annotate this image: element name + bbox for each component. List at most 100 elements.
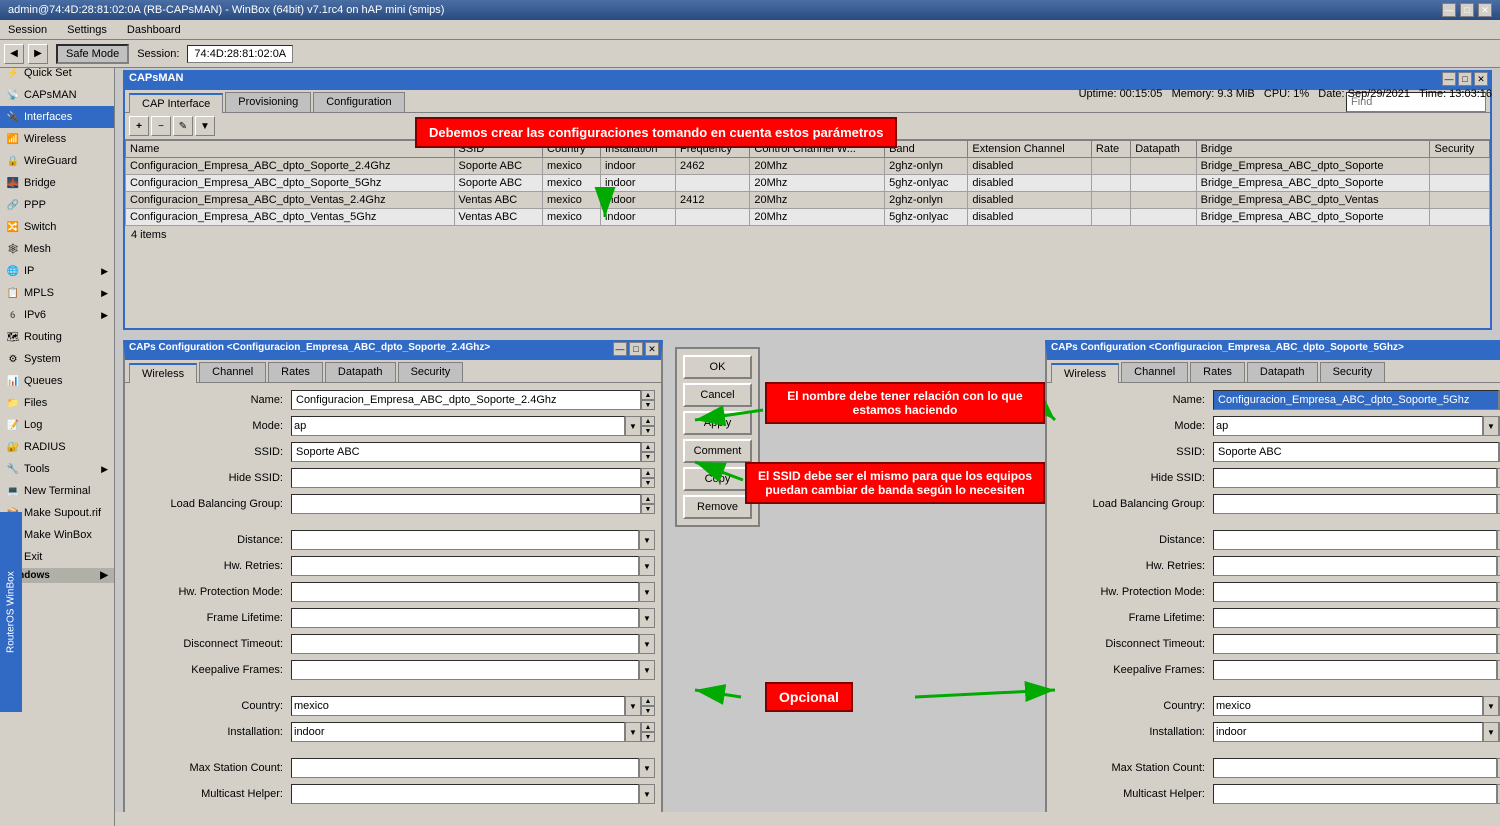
- back-button[interactable]: ◀: [4, 44, 24, 64]
- sidebar-item-ipv6[interactable]: 6️ IPv6 ▶: [0, 304, 114, 326]
- maximize-button[interactable]: □: [1460, 3, 1474, 17]
- sidebar-item-new-terminal[interactable]: 💻 New Terminal: [0, 480, 114, 502]
- sidebar-item-switch[interactable]: 🔀 Switch: [0, 216, 114, 238]
- col-ext-ch[interactable]: Extension Channel: [968, 141, 1092, 158]
- dlg-left-close[interactable]: ✕: [645, 342, 659, 356]
- col-name[interactable]: Name: [126, 141, 455, 158]
- col-ctrl-ch[interactable]: Control Channel W...: [750, 141, 885, 158]
- tab-channel-left[interactable]: Channel: [199, 362, 266, 382]
- copy-button[interactable]: Copy: [683, 467, 752, 491]
- sidebar-item-bridge[interactable]: 🌉 Bridge: [0, 172, 114, 194]
- tab-provisioning[interactable]: Provisioning: [225, 92, 311, 112]
- country-dropdown-left[interactable]: ▼: [625, 696, 641, 716]
- sidebar-item-radius[interactable]: 🔐 RADIUS: [0, 436, 114, 458]
- sidebar-item-ip[interactable]: 🌐 IP ▶: [0, 260, 114, 282]
- col-bridge[interactable]: Bridge: [1196, 141, 1430, 158]
- input-frame-right[interactable]: [1213, 608, 1497, 628]
- col-freq[interactable]: Frequency: [676, 141, 750, 158]
- input-lb-group-left[interactable]: [291, 494, 641, 514]
- input-hw-retries-left[interactable]: [291, 556, 639, 576]
- table-row[interactable]: Configuracion_Empresa_ABC_dpto_Soporte_2…: [126, 158, 1490, 175]
- input-multicast-right[interactable]: [1213, 784, 1497, 804]
- dlg-left-minimize[interactable]: —: [613, 342, 627, 356]
- tab-configuration[interactable]: Configuration: [313, 92, 404, 112]
- col-datapath[interactable]: Datapath: [1131, 141, 1196, 158]
- tab-datapath-left[interactable]: Datapath: [325, 362, 396, 382]
- input-max-station-right[interactable]: [1213, 758, 1497, 778]
- tab-datapath-right[interactable]: Datapath: [1247, 362, 1318, 382]
- input-mode-left[interactable]: [291, 416, 625, 436]
- max-station-dropdown-left[interactable]: ▼: [639, 758, 655, 778]
- hw-prot-dropdown-left[interactable]: ▼: [639, 582, 655, 602]
- country-dropdown-right[interactable]: ▼: [1483, 696, 1499, 716]
- frame-dropdown-left[interactable]: ▼: [639, 608, 655, 628]
- safe-mode-button[interactable]: Safe Mode: [56, 44, 129, 64]
- col-ssid[interactable]: SSID: [454, 141, 542, 158]
- tab-channel-right[interactable]: Channel: [1121, 362, 1188, 382]
- input-hide-ssid-left[interactable]: [291, 468, 641, 488]
- menu-dashboard[interactable]: Dashboard: [123, 22, 185, 38]
- add-button[interactable]: +: [129, 116, 149, 136]
- mode-dropdown-right[interactable]: ▼: [1483, 416, 1499, 436]
- menu-settings[interactable]: Settings: [63, 22, 111, 38]
- keepalive-dropdown-left[interactable]: ▼: [639, 660, 655, 680]
- input-country-left[interactable]: [291, 696, 625, 716]
- filter-button[interactable]: ▼: [195, 116, 215, 136]
- forward-button[interactable]: ▶: [28, 44, 48, 64]
- mode-dropdown-left[interactable]: ▼: [625, 416, 641, 436]
- edit-button[interactable]: ✎: [173, 116, 193, 136]
- input-disconnect-right[interactable]: [1213, 634, 1497, 654]
- cancel-button[interactable]: Cancel: [683, 383, 752, 407]
- comment-button[interactable]: Comment: [683, 439, 752, 463]
- capsman-minimize-btn[interactable]: —: [1442, 72, 1456, 86]
- sidebar-item-wireguard[interactable]: 🔒 WireGuard: [0, 150, 114, 172]
- disconnect-dropdown-left[interactable]: ▼: [639, 634, 655, 654]
- input-max-station-left[interactable]: [291, 758, 639, 778]
- input-ssid-left[interactable]: [291, 442, 641, 462]
- sidebar-item-mpls[interactable]: 📋 MPLS ▶: [0, 282, 114, 304]
- col-security[interactable]: Security: [1430, 141, 1490, 158]
- tab-security-left[interactable]: Security: [398, 362, 464, 382]
- remove-button[interactable]: −: [151, 116, 171, 136]
- sidebar-item-mesh[interactable]: 🕸 Mesh: [0, 238, 114, 260]
- input-hide-ssid-right[interactable]: [1213, 468, 1497, 488]
- sidebar-item-wireless[interactable]: 📶 Wireless: [0, 128, 114, 150]
- input-country-right[interactable]: [1213, 696, 1483, 716]
- table-row[interactable]: Configuracion_Empresa_ABC_dpto_Ventas_2.…: [126, 192, 1490, 209]
- col-band[interactable]: Band: [885, 141, 968, 158]
- dlg-left-maximize[interactable]: □: [629, 342, 643, 356]
- sidebar-item-files[interactable]: 📁 Files: [0, 392, 114, 414]
- tab-rates-left[interactable]: Rates: [268, 362, 323, 382]
- distance-dropdown-left[interactable]: ▼: [639, 530, 655, 550]
- input-name-right[interactable]: [1213, 390, 1499, 410]
- input-distance-right[interactable]: [1213, 530, 1497, 550]
- multicast-dropdown-left[interactable]: ▼: [639, 784, 655, 804]
- apply-button[interactable]: Apply: [683, 411, 752, 435]
- table-row[interactable]: Configuracion_Empresa_ABC_dpto_Ventas_5G…: [126, 209, 1490, 226]
- remove-button[interactable]: Remove: [683, 495, 752, 519]
- sidebar-item-ppp[interactable]: 🔗 PPP: [0, 194, 114, 216]
- minimize-button[interactable]: —: [1442, 3, 1456, 17]
- capsman-maximize-btn[interactable]: □: [1458, 72, 1472, 86]
- input-install-right[interactable]: [1213, 722, 1483, 742]
- tab-security-right[interactable]: Security: [1320, 362, 1386, 382]
- sidebar-item-queues[interactable]: 📊 Queues: [0, 370, 114, 392]
- tab-wireless-left[interactable]: Wireless: [129, 363, 197, 383]
- input-name-left[interactable]: [291, 390, 641, 410]
- col-install[interactable]: Installation: [600, 141, 675, 158]
- sidebar-item-routing[interactable]: 🗺 Routing: [0, 326, 114, 348]
- install-dropdown-left[interactable]: ▼: [625, 722, 641, 742]
- tab-wireless-right[interactable]: Wireless: [1051, 363, 1119, 383]
- input-lb-group-right[interactable]: [1213, 494, 1497, 514]
- input-hw-prot-right[interactable]: [1213, 582, 1497, 602]
- input-disconnect-left[interactable]: [291, 634, 639, 654]
- input-distance-left[interactable]: [291, 530, 639, 550]
- input-keepalive-left[interactable]: [291, 660, 639, 680]
- menu-session[interactable]: Session: [4, 22, 51, 38]
- sidebar-item-interfaces[interactable]: 🔌 Interfaces: [0, 106, 114, 128]
- close-button[interactable]: ✕: [1478, 3, 1492, 17]
- sidebar-item-log[interactable]: 📝 Log: [0, 414, 114, 436]
- tab-rates-right[interactable]: Rates: [1190, 362, 1245, 382]
- input-install-left[interactable]: [291, 722, 625, 742]
- ok-button[interactable]: OK: [683, 355, 752, 379]
